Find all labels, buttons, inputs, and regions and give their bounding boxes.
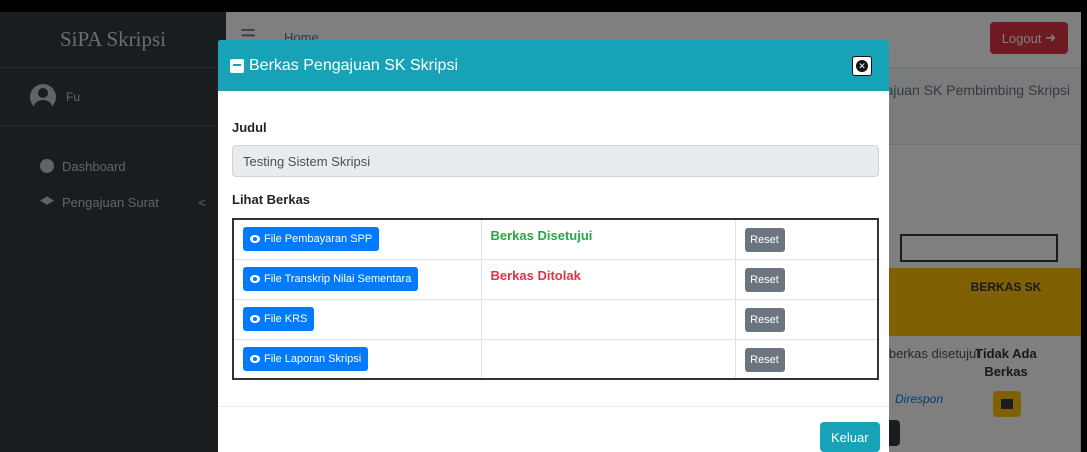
reset-button[interactable]: Reset xyxy=(744,347,785,372)
reset-cell: Reset xyxy=(734,298,879,340)
status-text: Berkas Ditolak xyxy=(490,267,581,283)
modal-header: Berkas Pengajuan SK Skripsi xyxy=(218,40,889,91)
file-transkrip-button[interactable]: File Transkrip Nilai Sementara xyxy=(243,266,419,291)
status-cell: Berkas Ditolak xyxy=(480,258,736,300)
file-cell: File Transkrip Nilai Sementara xyxy=(232,258,482,300)
table-row: File Transkrip Nilai Sementara Berkas Di… xyxy=(232,258,879,300)
keluar-button[interactable]: Keluar xyxy=(820,422,880,452)
file-button-label: File Transkrip Nilai Sementara xyxy=(264,272,412,285)
file-button-label: File Pembayaran SPP xyxy=(264,233,373,245)
eye-icon xyxy=(250,235,260,243)
file-button-label: File Laporan Skripsi xyxy=(264,352,362,365)
file-cell: File KRS xyxy=(232,298,482,340)
reset-cell: Reset xyxy=(734,218,879,260)
eye-icon xyxy=(250,314,260,323)
status-text: Berkas Disetujui xyxy=(490,228,593,243)
berkas-modal: Berkas Pengajuan SK Skripsi ✕ Judul Test… xyxy=(218,40,889,452)
file-button-label: File KRS xyxy=(264,312,308,325)
reset-cell: Reset xyxy=(734,258,879,300)
status-cell: Berkas Disetujui xyxy=(480,218,736,260)
judul-field[interactable]: Testing Sistem Skripsi xyxy=(232,145,879,177)
status-cell xyxy=(480,298,736,340)
screen-frame: SiPA Skripsi Fu Dashboard Pengajuan Sura… xyxy=(0,0,1087,452)
close-button[interactable]: ✕ xyxy=(852,56,872,76)
file-cell: File Pembayaran SPP xyxy=(232,218,482,260)
reset-button[interactable]: Reset xyxy=(744,307,785,332)
file-pembayaran-spp-button[interactable]: File Pembayaran SPP xyxy=(243,227,380,251)
reset-button[interactable]: Reset xyxy=(744,267,785,292)
app-window: SiPA Skripsi Fu Dashboard Pengajuan Sura… xyxy=(0,12,1081,452)
file-laporan-skripsi-button[interactable]: File Laporan Skripsi xyxy=(243,346,369,371)
table-row: File KRS Reset xyxy=(232,298,879,340)
lihat-berkas-label: Lihat Berkas xyxy=(232,192,311,207)
status-cell xyxy=(480,338,736,380)
book-icon xyxy=(230,58,244,73)
reset-cell: Reset xyxy=(734,338,879,380)
eye-icon xyxy=(250,274,260,283)
eye-icon xyxy=(250,354,260,363)
file-cell: File Laporan Skripsi xyxy=(232,338,482,380)
files-table: File Pembayaran SPP Berkas Disetujui Res… xyxy=(232,218,879,380)
close-icon: ✕ xyxy=(856,60,868,72)
judul-label: Judul xyxy=(232,120,267,135)
reset-button[interactable]: Reset xyxy=(744,228,785,252)
table-row: File Laporan Skripsi Reset xyxy=(232,338,879,380)
file-krs-button[interactable]: File KRS xyxy=(243,306,315,331)
table-row: File Pembayaran SPP Berkas Disetujui Res… xyxy=(232,218,879,260)
modal-title: Berkas Pengajuan SK Skripsi xyxy=(249,56,458,74)
modal-footer xyxy=(218,406,889,407)
